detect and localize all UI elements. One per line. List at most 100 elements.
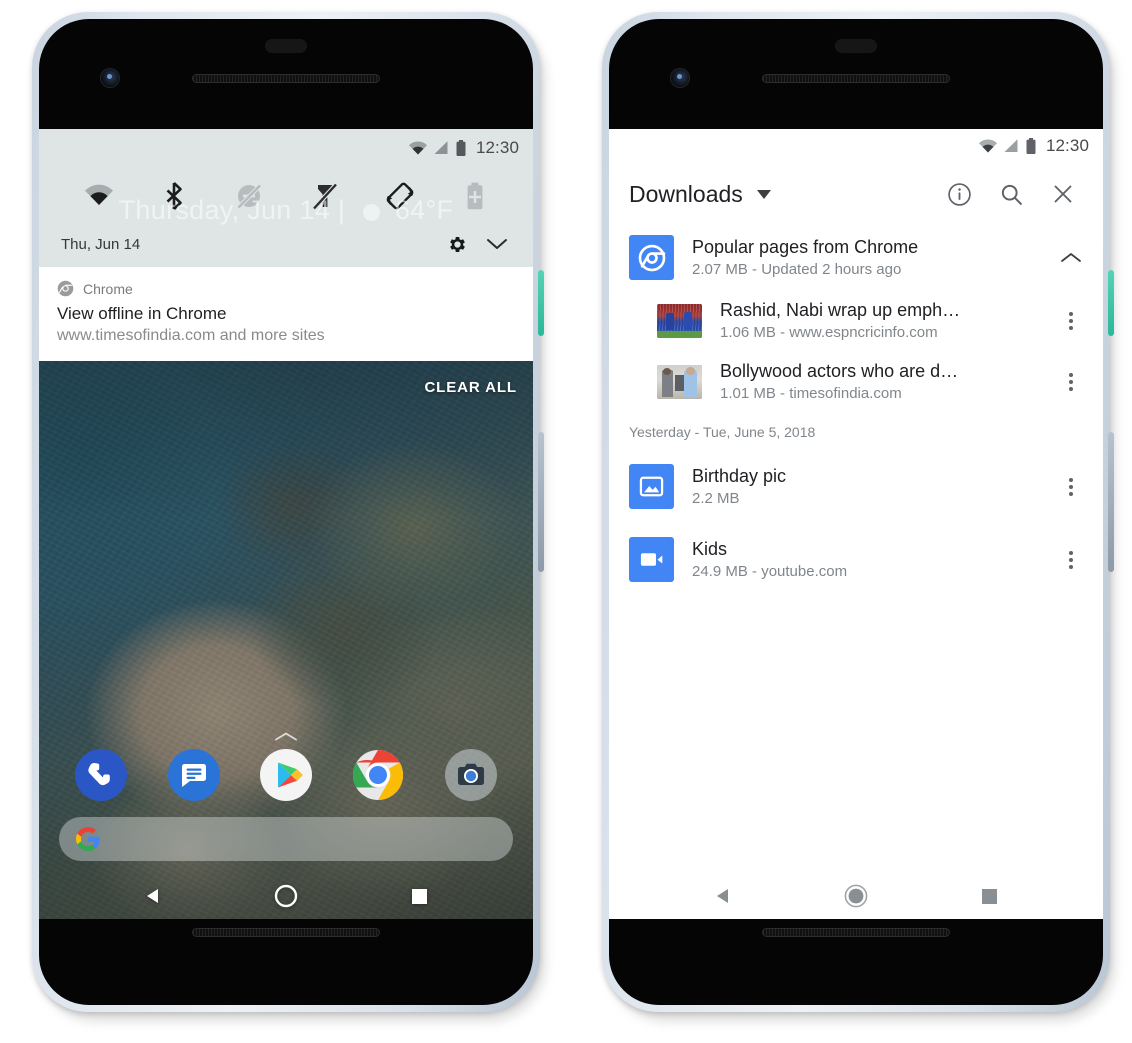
video-file-icon — [629, 537, 674, 582]
wifi-icon — [408, 141, 427, 155]
download-item-title: Rashid, Nabi wrap up emph… — [720, 300, 961, 320]
download-file-row[interactable]: Kids 24.9 MB - youtube.com — [609, 523, 1103, 596]
power-button[interactable] — [1108, 270, 1114, 336]
page-title: Downloads — [629, 180, 743, 207]
flashlight-tile[interactable] — [287, 182, 362, 210]
close-icon — [1054, 185, 1072, 203]
navigation-bar[interactable] — [609, 873, 1103, 919]
battery-icon — [456, 139, 466, 156]
battery-saver-tile[interactable] — [438, 182, 513, 210]
more-vert-icon[interactable] — [1051, 372, 1091, 391]
nav-back-button[interactable] — [143, 886, 163, 906]
left-phone-screen[interactable]: 12:30 Thursday, Jun 14 | 64°F Thu, Jun 1… — [39, 129, 533, 919]
top-speaker-grille — [192, 74, 380, 83]
quick-settings-shade[interactable]: 12:30 Thursday, Jun 14 | 64°F Thu, Jun 1… — [39, 129, 533, 267]
notification-title: View offline in Chrome — [57, 304, 227, 323]
gear-icon[interactable] — [437, 234, 477, 255]
wifi-icon — [978, 139, 997, 153]
more-vert-icon[interactable] — [1051, 550, 1091, 569]
left-phone-device: 12:30 Thursday, Jun 14 | 64°F Thu, Jun 1… — [32, 12, 546, 1022]
status-time: 12:30 — [1045, 136, 1089, 155]
proximity-notch — [265, 39, 307, 53]
chevron-down-icon[interactable] — [477, 237, 517, 251]
download-file-text: Birthday pic 2.2 MB — [692, 466, 1051, 507]
proximity-notch — [835, 39, 877, 53]
notification-app-row: Chrome — [57, 280, 515, 297]
battery-icon — [1026, 137, 1036, 154]
nav-recents-button[interactable] — [410, 887, 429, 906]
wifi-tile[interactable] — [61, 184, 136, 208]
download-item-row[interactable]: Rashid, Nabi wrap up emph… 1.06 MB - www… — [609, 290, 1103, 351]
wifi-tile-icon — [84, 184, 113, 205]
search-icon — [1001, 184, 1022, 205]
clear-all-button[interactable]: CLEAR ALL — [424, 379, 517, 396]
quick-settings-footer: Thursday, Jun 14 | 64°F Thu, Jun 14 — [39, 195, 533, 267]
quick-settings-date: Thu, Jun 14 — [61, 235, 141, 253]
downloads-list[interactable]: Popular pages from Chrome 2.07 MB - Upda… — [609, 225, 1103, 919]
download-file-text: Kids 24.9 MB - youtube.com — [692, 539, 1051, 580]
section-header: Yesterday - Tue, June 5, 2018 — [629, 424, 816, 440]
close-button[interactable] — [1037, 182, 1089, 206]
messages-app-icon[interactable] — [167, 749, 220, 801]
download-file-row[interactable]: Birthday pic 2.2 MB — [609, 450, 1103, 523]
nav-home-button[interactable] — [844, 884, 868, 908]
right-phone-screen[interactable]: 12:30 Downloads Popular pages from Chrom… — [609, 129, 1103, 919]
auto-rotate-tile[interactable] — [362, 181, 437, 211]
do-not-disturb-tile[interactable] — [212, 182, 287, 210]
phone-app-icon[interactable] — [75, 749, 128, 801]
info-button[interactable] — [933, 182, 985, 207]
volume-button[interactable] — [538, 432, 544, 572]
bottom-speaker-grille — [192, 928, 380, 937]
chevron-up-icon[interactable] — [1051, 251, 1091, 264]
download-file-meta: 2.2 MB — [692, 490, 740, 507]
front-camera — [671, 69, 689, 87]
downloads-app[interactable]: 12:30 Downloads Popular pages from Chrom… — [609, 129, 1103, 919]
chrome-folder-icon — [629, 235, 674, 280]
app-dock[interactable] — [39, 749, 533, 801]
caret-down-icon[interactable] — [756, 189, 771, 199]
left-phone-front: 12:30 Thursday, Jun 14 | 64°F Thu, Jun 1… — [39, 19, 533, 1005]
nav-recents-button[interactable] — [980, 887, 999, 906]
status-bar: 12:30 — [609, 129, 1103, 163]
status-time: 12:30 — [475, 138, 519, 157]
download-item-row[interactable]: Bollywood actors who are d… 1.01 MB - ti… — [609, 351, 1103, 412]
search-button[interactable] — [985, 182, 1037, 207]
cricket-thumbnail — [657, 303, 702, 338]
chrome-icon — [57, 280, 74, 297]
download-file-title: Birthday pic — [692, 466, 787, 486]
google-g-icon — [76, 827, 100, 851]
volume-button[interactable] — [1108, 432, 1114, 572]
download-item-text: Rashid, Nabi wrap up emph… 1.06 MB - www… — [720, 300, 1051, 341]
chrome-app-icon[interactable] — [352, 749, 404, 801]
more-vert-icon[interactable] — [1051, 477, 1091, 496]
power-button[interactable] — [538, 270, 544, 336]
signal-icon — [1004, 139, 1018, 152]
quick-settings-tiles[interactable] — [39, 167, 533, 221]
more-vert-icon[interactable] — [1051, 311, 1091, 330]
notification-app-name: Chrome — [83, 280, 133, 297]
top-speaker-grille — [762, 74, 950, 83]
download-file-title: Kids — [692, 539, 728, 559]
home-screen-wallpaper[interactable]: CLEAR ALL — [39, 361, 533, 919]
download-item-meta: 1.06 MB - www.espncricinfo.com — [720, 324, 938, 341]
notification-card[interactable]: Chrome View offline in Chrome www.timeso… — [39, 267, 533, 361]
download-group-row[interactable]: Popular pages from Chrome 2.07 MB - Upda… — [609, 225, 1103, 290]
info-circle-icon — [947, 182, 971, 206]
play-store-app-icon[interactable] — [259, 749, 312, 801]
app-drawer-handle[interactable] — [273, 730, 299, 743]
nav-home-button[interactable] — [274, 884, 298, 908]
bluetooth-tile-icon — [166, 182, 182, 210]
download-item-title: Bollywood actors who are d… — [720, 361, 959, 381]
auto-rotate-tile-icon — [386, 182, 414, 210]
bluetooth-tile[interactable] — [136, 182, 211, 210]
nav-back-button[interactable] — [713, 886, 733, 906]
download-group-title: Popular pages from Chrome — [692, 237, 919, 257]
camera-app-icon[interactable] — [444, 749, 497, 801]
screenshot-stage: 12:30 Thursday, Jun 14 | 64°F Thu, Jun 1… — [0, 0, 1132, 1043]
download-item-text: Bollywood actors who are d… 1.01 MB - ti… — [720, 361, 1051, 402]
battery-saver-tile-icon — [467, 182, 483, 210]
navigation-bar[interactable] — [39, 873, 533, 919]
status-bar: 12:30 — [39, 129, 533, 167]
google-search-bar[interactable] — [59, 817, 513, 861]
do-not-disturb-tile-icon — [237, 183, 262, 210]
